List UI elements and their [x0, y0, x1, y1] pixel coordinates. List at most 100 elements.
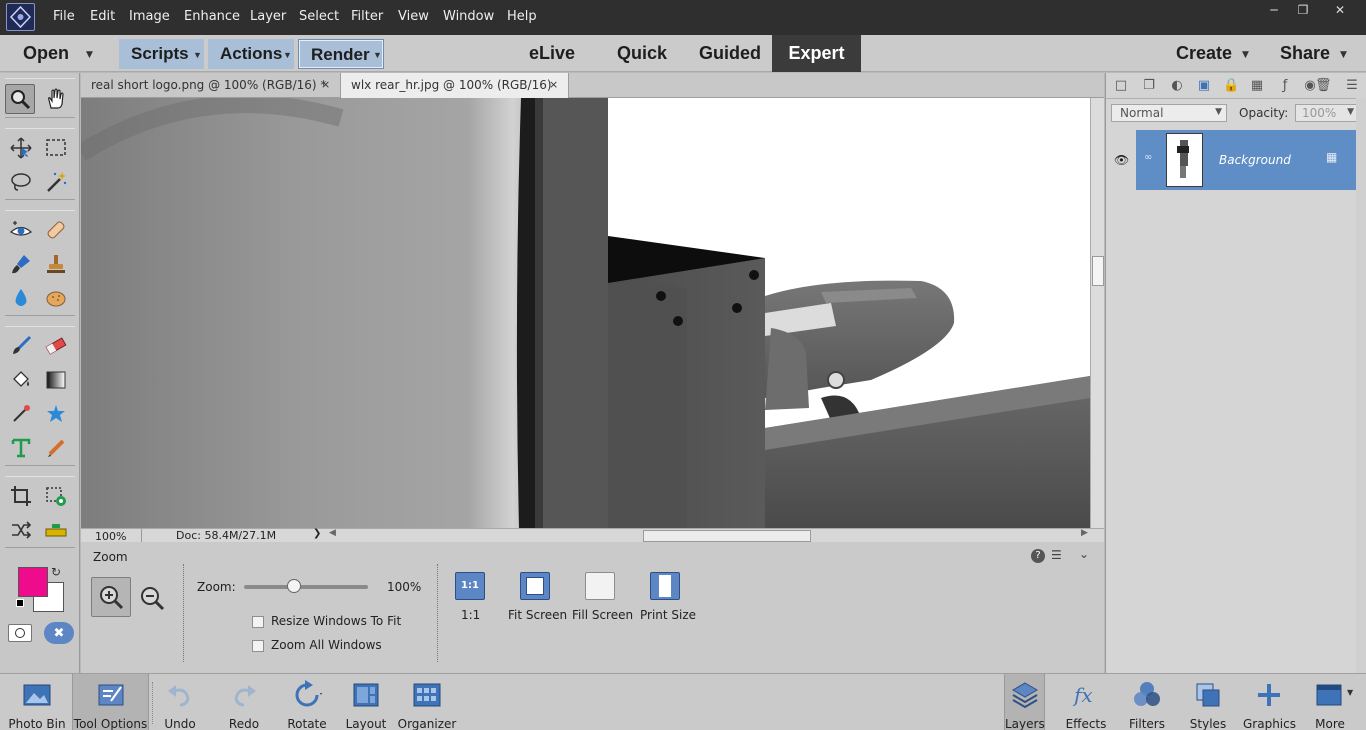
new-group-icon[interactable]: ❐ — [1141, 78, 1157, 94]
recompose-tool-icon[interactable] — [41, 481, 71, 511]
zoom-out-button[interactable] — [139, 585, 165, 611]
content-aware-move-tool-icon[interactable] — [6, 515, 36, 545]
zoom-slider-track[interactable] — [244, 585, 368, 589]
menu-layer[interactable]: Layer — [250, 9, 286, 24]
menu-edit[interactable]: Edit — [90, 9, 115, 24]
gradient-tool-icon[interactable] — [41, 365, 71, 395]
default-colors-icon[interactable] — [16, 599, 24, 607]
blur-tool-icon[interactable] — [6, 283, 36, 313]
redo-button[interactable]: Redo — [222, 674, 266, 730]
status-menu-icon[interactable]: ❯ — [313, 528, 321, 539]
vertical-scrollbar[interactable] — [1090, 98, 1104, 528]
horizontal-scroll-thumb[interactable] — [643, 530, 811, 542]
share-dropdown-icon[interactable]: ▼ — [1340, 50, 1347, 60]
organizer-button[interactable]: Organizer — [397, 674, 457, 730]
menu-help[interactable]: Help — [507, 9, 537, 24]
move-tool-icon[interactable] — [6, 133, 36, 163]
minimize-button[interactable]: ─ — [1259, 2, 1289, 18]
clone-stamp-tool-icon[interactable] — [41, 249, 71, 279]
tab-guided[interactable]: Guided — [699, 43, 761, 64]
custom-shape-tool-icon[interactable] — [41, 399, 71, 429]
smart-brush-tool-icon[interactable] — [6, 249, 36, 279]
crop-tool-icon[interactable] — [6, 481, 36, 511]
actions-button[interactable]: Actions ▼ — [208, 39, 294, 69]
filters-button[interactable]: Filters — [1126, 674, 1168, 730]
eyedropper-tool-icon[interactable] — [6, 399, 36, 429]
type-tool-icon[interactable] — [6, 433, 36, 463]
layer-mask-icon[interactable]: ▣ — [1196, 78, 1212, 94]
right-panel-scrollbar[interactable] — [1356, 98, 1366, 673]
share-button[interactable]: Share — [1280, 43, 1330, 64]
menu-image[interactable]: Image — [129, 9, 170, 24]
menu-view[interactable]: View — [398, 9, 429, 24]
new-layer-icon[interactable]: □ — [1113, 78, 1129, 94]
resize-windows-checkbox[interactable] — [252, 616, 264, 628]
rectangular-marquee-tool-icon[interactable] — [41, 133, 71, 163]
tab-close-icon[interactable]: × — [321, 78, 330, 91]
layer-row-background[interactable]: ∞ Background ▦ — [1136, 130, 1357, 190]
menu-filter[interactable]: Filter — [351, 9, 383, 24]
open-dropdown-icon[interactable]: ▼ — [86, 50, 93, 60]
panel-menu-icon[interactable]: ☰ — [1051, 548, 1062, 562]
tab-close-icon[interactable]: × — [549, 78, 558, 91]
close-window-button[interactable]: ✕ — [1322, 2, 1358, 18]
print-size-button[interactable] — [650, 572, 680, 600]
sponge-tool-icon[interactable] — [41, 283, 71, 313]
more-button[interactable]: More — [1310, 674, 1350, 730]
lock-all-icon[interactable]: 🔒 — [1223, 78, 1239, 94]
eraser-tool-icon[interactable] — [41, 331, 71, 361]
zoom-slider-thumb[interactable] — [286, 579, 301, 593]
menu-file[interactable]: File — [53, 9, 75, 24]
tool-options-button[interactable]: Tool Options — [72, 674, 149, 730]
zoom-all-checkbox[interactable] — [252, 640, 264, 652]
render-button[interactable]: Render ▼ — [298, 39, 384, 69]
styles-button[interactable]: Styles — [1188, 674, 1228, 730]
collapse-chevron-icon[interactable]: ⌄ — [1079, 547, 1089, 561]
blend-mode-select[interactable]: Normal ▼ — [1111, 104, 1227, 122]
menu-enhance[interactable]: Enhance — [184, 9, 240, 24]
fit-screen-button[interactable] — [520, 572, 550, 600]
app-logo-icon[interactable] — [6, 3, 35, 31]
fill-screen-button[interactable] — [585, 572, 615, 600]
layers-button[interactable]: Layers — [1004, 674, 1045, 730]
rotate-button[interactable]: Rotate — [282, 674, 332, 730]
tab-expert[interactable]: Expert — [772, 35, 861, 72]
swap-colors-icon[interactable]: ↻ — [51, 565, 61, 579]
menu-select[interactable]: Select — [299, 9, 339, 24]
fx-icon[interactable]: ƒ — [1277, 78, 1293, 94]
hand-tool-icon[interactable] — [41, 84, 71, 114]
quick-mask-icon[interactable] — [8, 624, 32, 642]
delete-layer-icon[interactable]: 🗑 — [1315, 78, 1332, 94]
lock-transparent-icon[interactable]: ▦ — [1249, 78, 1265, 94]
create-dropdown-icon[interactable]: ▼ — [1242, 50, 1249, 60]
scroll-left-icon[interactable]: ◀ — [329, 528, 336, 538]
scroll-right-icon[interactable]: ▶ — [1081, 528, 1088, 538]
red-eye-tool-icon[interactable] — [6, 215, 36, 245]
tab-document-2[interactable]: wlx rear_hr.jpg @ 100% (RGB/16) × — [340, 73, 569, 98]
zoom-tool-icon[interactable] — [5, 84, 35, 114]
restore-button[interactable]: ❐ — [1288, 2, 1318, 18]
adjustment-layer-icon[interactable]: ◐ — [1169, 78, 1185, 94]
straighten-tool-icon[interactable] — [41, 515, 71, 545]
spot-healing-brush-tool-icon[interactable] — [41, 215, 71, 245]
actual-pixels-button[interactable]: 1:1 — [455, 572, 485, 600]
visibility-eye-icon[interactable]: 👁 — [1114, 153, 1129, 167]
layers-menu-icon[interactable]: ☰ — [1344, 78, 1360, 94]
effects-button[interactable]: fx Effects — [1064, 674, 1108, 730]
tab-quick[interactable]: Quick — [617, 43, 667, 64]
pencil-tool-icon[interactable] — [41, 433, 71, 463]
paint-bucket-tool-icon[interactable] — [6, 365, 36, 395]
more-dropdown-icon[interactable]: ▼ — [1347, 688, 1353, 697]
brush-tool-icon[interactable] — [6, 331, 36, 361]
vertical-scroll-thumb[interactable] — [1092, 256, 1104, 286]
menu-window[interactable]: Window — [443, 9, 494, 24]
layout-button[interactable]: Layout — [343, 674, 389, 730]
tab-document-1[interactable]: real short logo.png @ 100% (RGB/16) * × — [81, 73, 340, 98]
tool-swap-icon[interactable]: ✖ — [44, 622, 74, 644]
create-button[interactable]: Create — [1176, 43, 1232, 64]
opacity-input[interactable]: 100% ▼ — [1295, 104, 1359, 122]
undo-button[interactable]: Undo — [158, 674, 202, 730]
open-button[interactable]: Open — [23, 43, 69, 64]
image-canvas[interactable] — [81, 98, 1090, 528]
lasso-tool-icon[interactable] — [6, 167, 36, 197]
